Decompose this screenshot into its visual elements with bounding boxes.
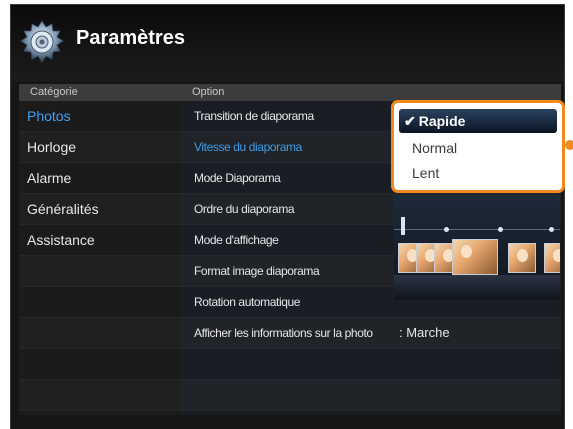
list-item bbox=[19, 256, 181, 287]
option-label: Ordre du diaporama bbox=[194, 202, 295, 216]
dropdown-option-label: Lent bbox=[412, 165, 440, 181]
dropdown-option-lent[interactable]: Lent bbox=[399, 161, 557, 185]
speed-marker bbox=[401, 217, 405, 235]
category-item-assistance[interactable]: Assistance bbox=[19, 225, 181, 256]
option-label: Rotation automatique bbox=[194, 295, 301, 309]
speed-track bbox=[394, 229, 560, 230]
category-item-alarme[interactable]: Alarme bbox=[19, 163, 181, 194]
option-label: Format image diaporama bbox=[194, 264, 320, 278]
speed-dropdown[interactable]: ✔ Rapide Normal Lent bbox=[397, 105, 559, 188]
dropdown-option-label: Normal bbox=[412, 140, 458, 156]
gear-icon bbox=[20, 20, 64, 63]
dropdown-option-rapide[interactable]: ✔ Rapide bbox=[399, 109, 557, 133]
photo-thumbnail bbox=[452, 239, 498, 275]
category-label: Assistance bbox=[27, 232, 95, 248]
thumbnail-reflection bbox=[394, 275, 560, 300]
option-label: Afficher les informations sur la photo bbox=[194, 326, 373, 340]
category-item-generalites[interactable]: Généralités bbox=[19, 194, 181, 225]
header: Paramètres bbox=[11, 5, 564, 81]
page-title: Paramètres bbox=[76, 27, 185, 49]
track-dot bbox=[549, 227, 554, 232]
category-item-photos[interactable]: Photos bbox=[19, 101, 181, 132]
category-label: Horloge bbox=[27, 139, 77, 155]
photo-thumbnail bbox=[544, 243, 560, 273]
option-column-header: Option bbox=[181, 84, 561, 101]
slideshow-preview bbox=[394, 195, 560, 300]
category-column-header: Catégorie bbox=[19, 84, 181, 101]
option-label: Transition de diaporama bbox=[194, 109, 314, 123]
list-item bbox=[19, 380, 181, 411]
list-item bbox=[19, 349, 181, 380]
option-label: Vitesse du diaporama bbox=[194, 140, 302, 154]
track-dot bbox=[444, 227, 449, 232]
option-label: Mode Diaporama bbox=[194, 171, 281, 185]
track-dot bbox=[498, 227, 503, 232]
category-label: Généralités bbox=[27, 201, 99, 217]
scrollbar[interactable] bbox=[564, 5, 565, 429]
list-item bbox=[181, 349, 561, 380]
list-item bbox=[181, 380, 561, 411]
category-item-horloge[interactable]: Horloge bbox=[19, 132, 181, 163]
list-item bbox=[19, 287, 181, 318]
photo-thumbnail bbox=[508, 243, 536, 273]
check-icon: ✔ bbox=[404, 113, 416, 129]
option-label: Mode d'affichage bbox=[194, 233, 279, 247]
callout-marker bbox=[565, 140, 573, 150]
list-item bbox=[19, 318, 181, 349]
dropdown-option-label: Rapide bbox=[418, 113, 466, 129]
option-item-afficher-infos[interactable]: Afficher les informations sur la photo :… bbox=[181, 318, 561, 349]
dropdown-option-normal[interactable]: Normal bbox=[399, 136, 557, 160]
category-list: Photos Horloge Alarme Généralités Assist… bbox=[19, 101, 181, 415]
category-label: Photos bbox=[27, 108, 71, 124]
option-value: : Marche bbox=[399, 325, 450, 340]
category-label: Alarme bbox=[27, 170, 72, 186]
